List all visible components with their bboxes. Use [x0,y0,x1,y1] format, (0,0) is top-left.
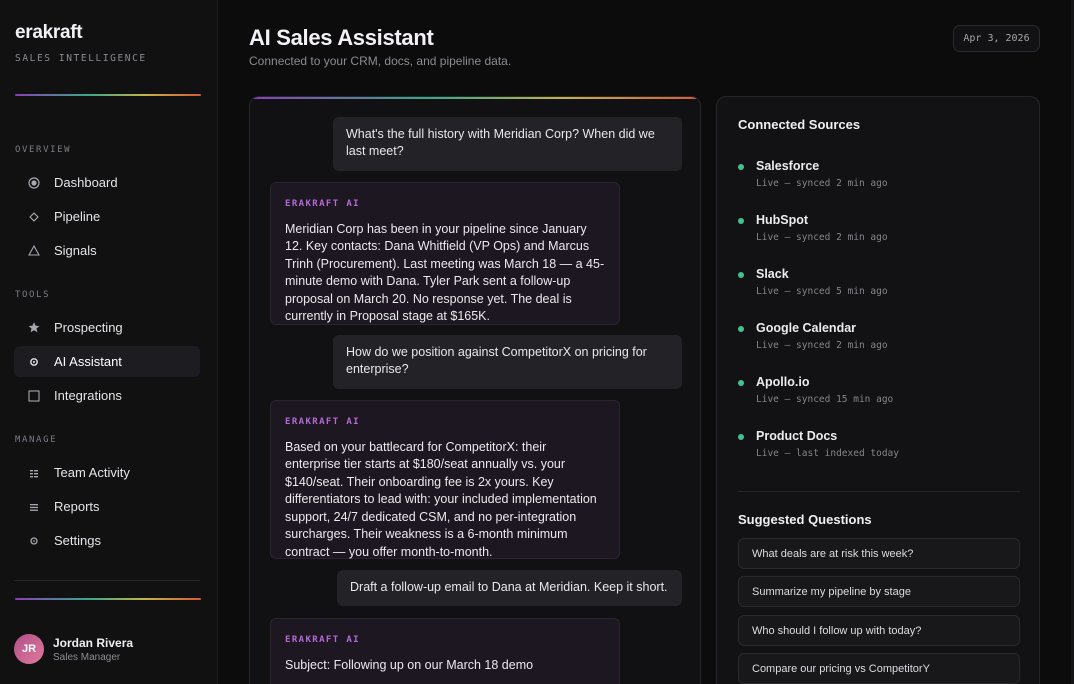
suggested-questions-title: Suggested Questions [738,512,872,527]
radio-icon [28,176,40,189]
sidebar-item-label: Pipeline [54,209,101,224]
ai-message: ERAKRAFT AI Meridian Corp has been in yo… [270,182,620,325]
source-name: Apollo.io [756,375,810,389]
chat-gradient-bar [250,97,700,99]
source-item-slack[interactable]: Slack Live — synced 5 min ago [738,267,1018,297]
sidebar-item-signals[interactable]: Signals [14,235,200,266]
page-title: AI Sales Assistant [249,25,434,50]
status-dot-icon [738,434,744,440]
sidebar-item-integrations[interactable]: Integrations [14,380,200,411]
gear-icon [28,356,40,368]
lines-icon [28,501,40,513]
sidebar: erakraft SALES INTELLIGENCE OVERVIEW Das… [0,0,218,684]
user-message: What's the full history with Meridian Co… [333,117,682,171]
sidebar-item-pipeline[interactable]: Pipeline [14,201,200,232]
date-chip: Apr 3, 2026 [953,25,1040,52]
source-status: Live — synced 2 min ago [756,340,888,351]
status-dot-icon [738,164,744,170]
connected-sources-title: Connected Sources [738,117,861,132]
star-icon [28,322,40,334]
source-status: Live — synced 2 min ago [756,232,888,243]
source-item-hubspot[interactable]: HubSpot Live — synced 2 min ago [738,213,1018,243]
source-name: Google Calendar [756,321,857,335]
ai-tag: ERAKRAFT AI [285,417,361,427]
sidebar-item-label: Prospecting [54,320,123,335]
status-dot-icon [738,326,744,332]
grid-icon [28,467,40,479]
brand-logo[interactable]: erakraft [15,22,83,44]
user-profile[interactable]: JR Jordan Rivera Sales Manager [14,634,133,664]
sidebar-item-label: Settings [54,533,101,548]
ai-message: ERAKRAFT AI Based on your battlecard for… [270,400,620,559]
sidebar-item-label: Reports [54,499,100,514]
source-name: Product Docs [756,429,838,443]
nav-section-overview: OVERVIEW [15,145,72,155]
panel-divider [738,491,1020,492]
user-message: How do we position against CompetitorX o… [333,335,682,389]
user-role: Sales Manager [53,651,121,663]
sidebar-item-label: Signals [54,243,97,258]
message-text: How do we position against CompetitorX o… [346,345,647,376]
ai-tag: ERAKRAFT AI [285,635,361,645]
suggested-question-button[interactable]: Who should I follow up with today? [738,615,1020,646]
message-text: What's the full history with Meridian Co… [346,127,655,158]
user-message: Draft a follow-up email to Dana at Merid… [337,570,682,606]
sidebar-item-team-activity[interactable]: Team Activity [14,457,200,488]
source-status: Live — last indexed today [756,448,899,459]
status-dot-icon [738,272,744,278]
source-item-product-docs[interactable]: Product Docs Live — last indexed today [738,429,1018,459]
sidebar-item-label: Team Activity [54,465,130,480]
source-name: HubSpot [756,213,809,227]
suggested-question-button[interactable]: Compare our pricing vs CompetitorY [738,653,1020,684]
chat-panel: What's the full history with Meridian Co… [249,96,701,684]
page-subtitle: Connected to your CRM, docs, and pipelin… [249,54,512,68]
source-status: Live — synced 5 min ago [756,286,888,297]
sidebar-gradient-divider [15,598,201,600]
gear-icon [28,535,40,547]
nav-section-tools: TOOLS [15,290,51,300]
sidebar-divider [14,580,200,581]
source-item-google-calendar[interactable]: Google Calendar Live — synced 2 min ago [738,321,1018,351]
message-text: Meridian Corp has been in your pipeline … [285,221,605,324]
sidebar-item-ai-assistant[interactable]: AI Assistant [14,346,200,377]
user-name: Jordan Rivera [53,635,134,650]
suggested-question-button[interactable]: Summarize my pipeline by stage [738,576,1020,607]
source-status: Live — synced 2 min ago [756,178,888,189]
brand-gradient-divider [15,94,201,96]
triangle-icon [28,245,40,257]
status-dot-icon [738,380,744,386]
message-text: Based on your battlecard for CompetitorX… [285,439,597,559]
nav-section-manage: MANAGE [15,435,58,445]
suggested-question-button[interactable]: What deals are at risk this week? [738,538,1020,569]
source-status: Live — synced 15 min ago [756,394,894,405]
source-name: Salesforce [756,159,820,173]
brand-tagline: SALES INTELLIGENCE [15,53,147,64]
source-name: Slack [756,267,789,281]
message-text: Subject: Following up on our March 18 de… [285,657,534,672]
sidebar-item-label: Integrations [54,388,122,403]
diamond-icon [28,211,40,223]
sidebar-item-label: AI Assistant [54,354,122,369]
sidebar-item-reports[interactable]: Reports [14,491,200,522]
avatar: JR [14,634,44,664]
sidebar-item-prospecting[interactable]: Prospecting [14,312,200,343]
status-dot-icon [738,218,744,224]
sidebar-item-settings[interactable]: Settings [14,525,200,556]
sidebar-item-dashboard[interactable]: Dashboard [14,167,200,198]
source-item-salesforce[interactable]: Salesforce Live — synced 2 min ago [738,159,1018,189]
source-item-apollo[interactable]: Apollo.io Live — synced 15 min ago [738,375,1018,405]
context-panel: Connected Sources Salesforce Live — sync… [716,96,1040,684]
ai-message: ERAKRAFT AI Subject: Following up on our… [270,618,620,684]
square-icon [28,389,40,402]
ai-tag: ERAKRAFT AI [285,199,361,209]
sidebar-item-label: Dashboard [54,175,118,190]
message-text: Draft a follow-up email to Dana at Merid… [350,580,668,594]
